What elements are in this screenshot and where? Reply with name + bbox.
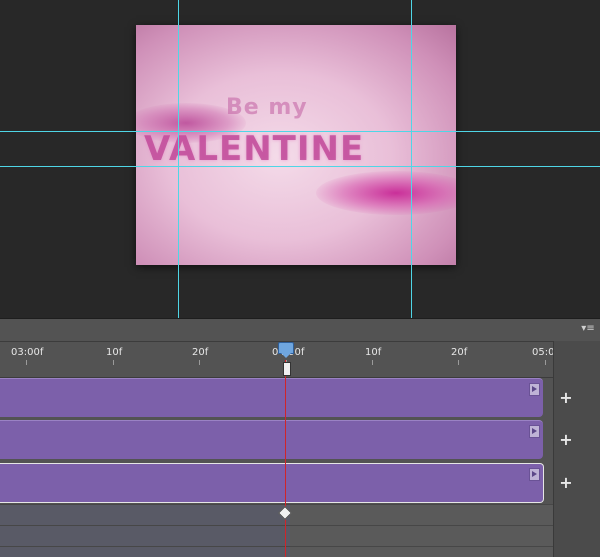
photoshop-window: Be my VALENTINE ▾≡ 03:00f 10f 20f 04:00f… xyxy=(0,0,600,557)
layer-clip-2[interactable] xyxy=(0,420,543,459)
add-media-button[interactable]: + xyxy=(558,390,574,406)
property-row-work-area xyxy=(0,526,290,546)
vertical-guide[interactable] xyxy=(178,0,179,318)
add-media-button[interactable]: + xyxy=(558,475,574,491)
ruler-tick xyxy=(113,360,114,365)
track-controls-column xyxy=(553,341,600,557)
ruler-label: 10f xyxy=(106,347,123,358)
glitter-blob-bottom xyxy=(316,171,456,215)
ruler-tick xyxy=(372,360,373,365)
ruler-tick xyxy=(545,360,546,365)
add-media-button[interactable]: + xyxy=(558,432,574,448)
playhead-line xyxy=(285,360,286,557)
panel-menu-icon[interactable]: ▾≡ xyxy=(580,324,596,334)
document-canvas-area[interactable]: Be my VALENTINE xyxy=(0,0,600,318)
property-row-work-area xyxy=(0,505,290,525)
ruler-tick xyxy=(26,360,27,365)
valentine-artwork[interactable]: Be my VALENTINE xyxy=(136,25,456,265)
layer-clip-1[interactable] xyxy=(0,378,543,417)
ruler-tick xyxy=(199,360,200,365)
playhead-handle[interactable] xyxy=(278,342,294,358)
horizontal-guide[interactable] xyxy=(0,131,600,132)
property-row[interactable] xyxy=(0,546,553,557)
vertical-guide[interactable] xyxy=(411,0,412,318)
property-row[interactable] xyxy=(0,525,553,546)
ruler-label: 20f xyxy=(451,347,468,358)
work-area-marker[interactable] xyxy=(283,362,291,376)
ruler-label: 03:00f xyxy=(11,347,44,358)
play-triangle-icon[interactable] xyxy=(529,383,540,396)
play-triangle-icon[interactable] xyxy=(529,468,540,481)
time-ruler[interactable]: 03:00f 10f 20f 04:00f 10f 20f 05:0 xyxy=(0,341,555,378)
property-row-work-area xyxy=(0,547,290,557)
ruler-label: 10f xyxy=(365,347,382,358)
timeline-panel: ▾≡ 03:00f 10f 20f 04:00f 10f 20f 05:0 + xyxy=(0,318,600,557)
ruler-label: 05:0 xyxy=(532,347,555,358)
layer-clip-3-selected[interactable] xyxy=(0,463,544,503)
artwork-text-be-my: Be my xyxy=(226,95,308,120)
property-row[interactable] xyxy=(0,504,553,525)
horizontal-guide[interactable] xyxy=(0,166,600,167)
play-triangle-icon[interactable] xyxy=(529,425,540,438)
ruler-label: 20f xyxy=(192,347,209,358)
ruler-tick xyxy=(458,360,459,365)
